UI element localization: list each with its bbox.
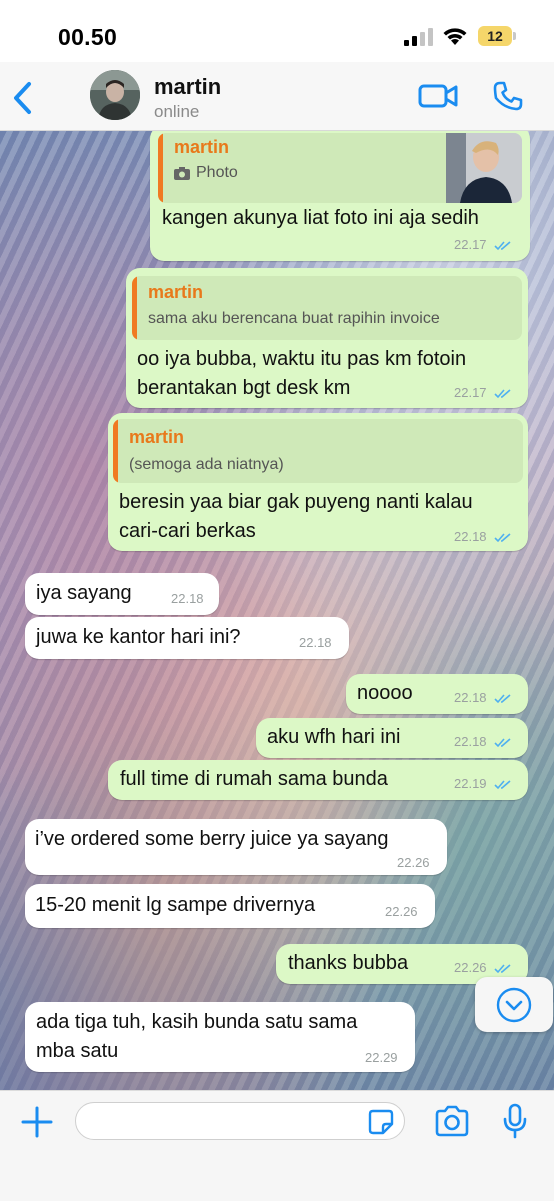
message-input[interactable] <box>75 1102 405 1140</box>
message-time: 22.29 <box>365 1050 398 1065</box>
message-time: 22.18 <box>454 529 512 544</box>
quote-text: (semoga ada niatnya) <box>129 456 284 473</box>
scroll-to-bottom-button[interactable] <box>475 977 553 1032</box>
camera-small-icon <box>174 167 190 180</box>
message-time: 22.17 <box>454 237 512 252</box>
message-bubble-incoming[interactable]: juwa ke kantor hari ini? 22.18 <box>25 617 349 659</box>
message-text-line: ada tiga tuh, kasih bunda satu sama <box>36 1011 358 1033</box>
read-ticks-icon <box>494 693 511 703</box>
message-text: juwa ke kantor hari ini? <box>36 626 241 648</box>
message-text-line: berantakan bgt desk km <box>137 377 351 399</box>
message-text: full time di rumah sama bunda <box>120 768 388 790</box>
quote-text: sama aku berencana buat rapihin invoice <box>148 310 440 327</box>
reply-quote[interactable]: martin (semoga ada niatnya) <box>113 419 523 483</box>
message-bubble-incoming[interactable]: i’ve ordered some berry juice ya sayang … <box>25 819 447 875</box>
message-time: 22.26 <box>454 960 512 975</box>
message-text-line: cari-cari berkas <box>119 520 256 542</box>
read-ticks-icon <box>494 779 511 789</box>
message-bubble-incoming[interactable]: 15-20 menit lg sampe drivernya 22.26 <box>25 884 435 928</box>
message-text: thanks bubba <box>288 952 409 974</box>
message-text-line: mba satu <box>36 1040 119 1062</box>
read-ticks-icon <box>494 240 511 250</box>
read-ticks-icon <box>494 963 511 973</box>
status-bar: 00.50 12 <box>0 0 554 62</box>
chat-wallpaper: martin Photo kangen akunya liat foto ini… <box>0 131 554 1090</box>
message-time: 22.19 <box>454 776 512 791</box>
reply-quote[interactable]: martin Photo <box>158 133 522 203</box>
read-ticks-icon <box>494 388 511 398</box>
message-text: i’ve ordered some berry juice ya sayang <box>35 828 389 850</box>
chevron-down-circle-icon <box>496 987 532 1023</box>
message-time: 22.17 <box>454 385 512 400</box>
wifi-icon <box>443 28 467 45</box>
quote-accent-bar <box>158 133 163 203</box>
camera-icon[interactable] <box>434 1105 470 1137</box>
message-bubble-incoming[interactable]: iya sayang 22.18 <box>25 573 219 615</box>
message-bubble-outgoing[interactable]: aku wfh hari ini 22.18 <box>256 718 528 758</box>
back-chevron-icon[interactable] <box>10 80 36 116</box>
message-text-line: beresin yaa biar gak puyeng nanti kalau <box>119 491 473 513</box>
cellular-signal-icon <box>404 28 433 46</box>
quote-accent-bar <box>132 276 137 340</box>
message-text: kangen akunya liat foto ini aja sedih <box>162 207 479 229</box>
voice-call-icon[interactable] <box>492 80 524 112</box>
read-ticks-icon <box>494 737 511 747</box>
message-time: 22.18 <box>454 690 512 705</box>
message-time: 22.18 <box>171 591 204 606</box>
reply-quote[interactable]: martin sama aku berencana buat rapihin i… <box>132 276 522 340</box>
chat-header: martin online <box>0 62 554 131</box>
message-time: 22.18 <box>454 734 512 749</box>
status-time: 00.50 <box>58 24 118 50</box>
message-bubble-outgoing[interactable]: martin sama aku berencana buat rapihin i… <box>126 268 528 408</box>
message-bubble-outgoing[interactable]: noooo 22.18 <box>346 674 528 714</box>
composer-bar <box>0 1090 554 1201</box>
quote-text: Photo <box>196 164 238 181</box>
battery-tip <box>513 32 516 40</box>
contact-status: online <box>154 102 200 121</box>
quote-author: martin <box>129 427 185 447</box>
message-text: aku wfh hari ini <box>267 726 401 748</box>
sticker-icon[interactable] <box>368 1109 394 1135</box>
quote-accent-bar <box>113 419 118 483</box>
video-call-icon[interactable] <box>418 82 458 110</box>
battery-level: 12 <box>487 28 503 44</box>
message-bubble-incoming[interactable]: ada tiga tuh, kasih bunda satu sama mba … <box>25 1002 415 1072</box>
message-text: iya sayang <box>36 582 132 604</box>
message-text: 15-20 menit lg sampe drivernya <box>35 894 316 916</box>
plus-icon[interactable] <box>20 1105 54 1139</box>
message-bubble-outgoing[interactable]: martin Photo kangen akunya liat foto ini… <box>150 131 530 261</box>
read-ticks-icon <box>494 532 511 542</box>
quote-author: martin <box>148 282 204 302</box>
message-bubble-outgoing[interactable]: martin (semoga ada niatnya) beresin yaa … <box>108 413 528 551</box>
message-time: 22.26 <box>385 904 418 919</box>
message-bubble-outgoing[interactable]: full time di rumah sama bunda 22.19 <box>108 760 528 800</box>
message-time: 22.26 <box>397 855 430 870</box>
contact-avatar[interactable] <box>90 70 140 120</box>
message-text: noooo <box>357 682 413 704</box>
quote-author: martin <box>174 137 230 157</box>
contact-name[interactable]: martin <box>154 74 221 100</box>
quote-photo-thumbnail[interactable] <box>446 133 522 203</box>
message-time: 22.18 <box>299 635 332 650</box>
message-text-line: oo iya bubba, waktu itu pas km fotoin <box>137 348 467 370</box>
microphone-icon[interactable] <box>502 1103 528 1139</box>
